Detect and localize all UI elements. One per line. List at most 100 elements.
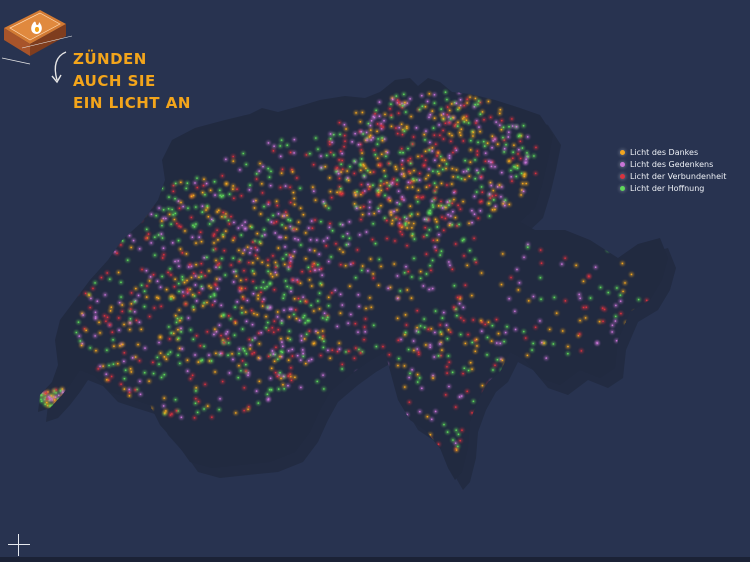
light-point[interactable]	[285, 253, 287, 256]
light-point[interactable]	[347, 322, 349, 324]
light-point[interactable]	[310, 358, 313, 361]
light-point[interactable]	[234, 322, 237, 324]
light-point[interactable]	[406, 244, 408, 247]
light-point[interactable]	[420, 387, 423, 390]
light-point[interactable]	[430, 418, 433, 421]
light-point[interactable]	[240, 369, 242, 372]
light-point[interactable]	[194, 354, 196, 356]
light-point[interactable]	[395, 95, 398, 97]
light-point[interactable]	[375, 345, 378, 348]
light-point[interactable]	[135, 319, 138, 322]
light-point[interactable]	[319, 282, 322, 285]
light-point[interactable]	[120, 383, 122, 385]
light-point[interactable]	[130, 292, 133, 294]
light-point[interactable]	[113, 243, 116, 246]
light-point[interactable]	[428, 288, 430, 291]
light-point[interactable]	[308, 330, 311, 332]
light-point[interactable]	[240, 279, 242, 282]
light-point[interactable]	[110, 214, 113, 217]
light-point[interactable]	[507, 136, 510, 138]
light-point[interactable]	[468, 175, 471, 178]
light-point[interactable]	[406, 186, 409, 189]
light-point[interactable]	[514, 328, 517, 331]
light-point[interactable]	[130, 371, 133, 373]
light-point[interactable]	[168, 326, 170, 328]
light-point[interactable]	[276, 375, 279, 378]
light-point[interactable]	[322, 200, 325, 203]
light-point[interactable]	[172, 190, 175, 193]
light-point[interactable]	[358, 234, 361, 236]
light-point[interactable]	[238, 352, 240, 355]
light-point[interactable]	[317, 263, 319, 266]
light-point[interactable]	[90, 267, 93, 270]
light-point[interactable]	[503, 151, 505, 153]
light-point[interactable]	[424, 226, 427, 229]
light-point[interactable]	[457, 176, 459, 178]
light-point[interactable]	[274, 232, 277, 234]
light-point[interactable]	[303, 314, 306, 317]
light-point[interactable]	[289, 151, 292, 154]
light-point[interactable]	[273, 320, 276, 322]
light-point[interactable]	[354, 191, 356, 194]
light-point[interactable]	[277, 247, 280, 249]
light-point[interactable]	[79, 340, 82, 342]
light-point[interactable]	[232, 239, 234, 242]
light-point[interactable]	[354, 132, 356, 135]
light-point[interactable]	[584, 317, 587, 319]
light-point[interactable]	[169, 268, 171, 270]
light-point[interactable]	[383, 119, 385, 122]
light-point[interactable]	[564, 300, 567, 302]
light-point[interactable]	[479, 113, 482, 115]
light-point[interactable]	[328, 177, 331, 179]
light-point[interactable]	[257, 298, 259, 300]
light-point[interactable]	[434, 331, 436, 334]
light-point[interactable]	[372, 184, 374, 187]
light-point[interactable]	[273, 288, 276, 291]
light-point[interactable]	[373, 149, 376, 151]
light-point[interactable]	[225, 213, 227, 215]
light-point[interactable]	[390, 114, 393, 117]
light-point[interactable]	[131, 357, 134, 359]
light-point[interactable]	[384, 194, 386, 197]
light-point[interactable]	[440, 250, 443, 252]
light-point[interactable]	[190, 195, 193, 198]
light-point[interactable]	[374, 153, 377, 156]
light-point[interactable]	[466, 102, 468, 104]
light-point[interactable]	[69, 405, 72, 408]
light-point[interactable]	[281, 345, 284, 348]
light-point[interactable]	[129, 308, 132, 310]
light-point[interactable]	[462, 170, 465, 173]
light-point[interactable]	[329, 138, 332, 140]
light-point[interactable]	[252, 262, 254, 264]
light-point[interactable]	[185, 253, 188, 255]
light-point[interactable]	[426, 234, 428, 237]
light-point[interactable]	[276, 204, 279, 207]
light-point[interactable]	[488, 445, 490, 448]
light-point[interactable]	[241, 360, 244, 362]
light-point[interactable]	[462, 200, 464, 203]
light-point[interactable]	[469, 161, 472, 163]
light-point[interactable]	[195, 300, 198, 302]
light-point[interactable]	[511, 157, 514, 160]
light-point[interactable]	[502, 126, 505, 129]
light-point[interactable]	[446, 201, 449, 203]
light-point[interactable]	[158, 207, 160, 209]
light-point[interactable]	[243, 409, 245, 412]
light-point[interactable]	[585, 306, 588, 309]
light-point[interactable]	[128, 388, 131, 391]
light-point[interactable]	[391, 98, 394, 101]
light-point[interactable]	[219, 194, 221, 197]
light-point[interactable]	[459, 317, 462, 319]
light-point[interactable]	[258, 170, 261, 172]
light-point[interactable]	[237, 227, 240, 229]
light-point[interactable]	[272, 353, 275, 355]
light-point[interactable]	[173, 285, 176, 288]
light-point[interactable]	[515, 372, 518, 375]
light-point[interactable]	[429, 439, 432, 442]
light-point[interactable]	[73, 400, 76, 402]
light-point[interactable]	[237, 376, 240, 379]
light-point[interactable]	[614, 320, 617, 322]
light-point[interactable]	[478, 126, 480, 128]
light-point[interactable]	[474, 258, 476, 261]
light-point[interactable]	[451, 134, 453, 137]
